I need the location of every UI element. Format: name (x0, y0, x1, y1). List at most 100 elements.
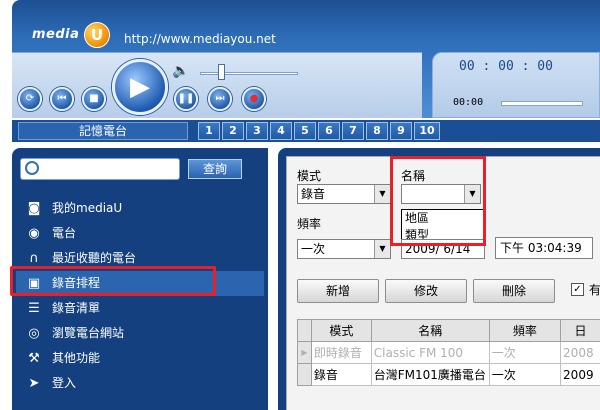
row-header-corner (297, 319, 312, 342)
chevron-down-icon[interactable]: ▼ (464, 185, 480, 203)
globe-icon: ◎ (28, 326, 40, 341)
refresh-button[interactable]: ⟳ (18, 87, 42, 111)
time-display: 00 : 00 : 00 00:00 (432, 52, 600, 118)
previous-icon: ⏮ (57, 93, 67, 104)
date-picker[interactable]: 2009/ 6/14 (401, 239, 485, 259)
edit-button[interactable]: 修改 (385, 279, 467, 303)
sidebar-item-other-functions[interactable]: ⚒ 其他功能 (12, 346, 268, 371)
sidebar-item-my-mediau[interactable]: ◙ 我的mediaU (12, 196, 268, 221)
time-field[interactable]: 下午 03:04:39 (495, 237, 593, 259)
sidebar-item-browse-sites[interactable]: ◎ 瀏覽電台網站 (12, 321, 268, 346)
sidebar-item-label: 最近收聽的電台 (52, 251, 137, 265)
volume-slider-handle[interactable] (218, 64, 225, 80)
table-cell-date: 2009 (560, 363, 600, 386)
progress-bar[interactable] (501, 101, 583, 106)
time-field-value: 下午 03:04:39 (500, 241, 582, 255)
sidebar-menu: ◙ 我的mediaU ◉ 電台 ∩ 最近收聽的電台 ▣ 錄音排程 ☰ 錄音清單 … (12, 196, 268, 396)
tape-icon: ▣ (27, 276, 41, 291)
memory-station-label[interactable]: 記憶電台 (18, 122, 188, 140)
preset-button-10[interactable]: 10 (414, 122, 440, 140)
mode-label: 模式 (297, 169, 322, 183)
row-selector-icon: ▶ (297, 341, 312, 364)
delete-button[interactable]: 刪除 (473, 279, 555, 303)
preset-button-9[interactable]: 9 (390, 122, 412, 140)
preset-button-4[interactable]: 4 (270, 122, 292, 140)
sidebar-item-login[interactable]: ➤ 登入 (12, 371, 268, 396)
table-cell-mode: 錄音 (310, 363, 372, 386)
play-icon: ▶ (130, 72, 150, 102)
table-cell-date: 2008 (560, 341, 600, 364)
sidebar-item-recent[interactable]: ∩ 最近收聽的電台 (12, 246, 268, 271)
list-icon: ☰ (28, 301, 40, 316)
chevron-down-icon[interactable]: ▼ (374, 240, 390, 258)
name-select[interactable]: ▼ (401, 184, 481, 204)
frequency-label: 頻率 (297, 217, 322, 231)
preset-button-6[interactable]: 6 (318, 122, 340, 140)
sidebar-item-label: 錄音清單 (52, 301, 101, 315)
volume-slider[interactable] (200, 72, 298, 75)
record-icon: ● (249, 93, 259, 104)
chevron-down-icon[interactable]: ▼ (374, 185, 390, 203)
site-url[interactable]: http://www.mediayou.net (124, 32, 276, 46)
logo-ball: U (84, 22, 110, 48)
sidebar-item-record-list[interactable]: ☰ 錄音清單 (12, 296, 268, 321)
next-icon: ⏭ (215, 93, 225, 104)
logo-text: media (32, 27, 80, 42)
add-button[interactable]: 新增 (297, 279, 379, 303)
stop-icon: ■ (89, 93, 99, 104)
table-header-row: 模式 名稱 頻率 日 (297, 319, 600, 342)
elapsed-time: 00 : 00 : 00 (459, 59, 553, 74)
table-cell-name: 台灣FM101廣播電台 (370, 363, 490, 386)
table-cell-frequency: 一次 (488, 341, 562, 364)
schedule-panel: 模式 錄音 ▼ 名稱 ▼ 地區 類型 頻率 一次 ▼ 2009/ 6/14 下午… (278, 148, 600, 410)
name-option-region[interactable]: 地區 (402, 210, 484, 227)
preset-buttons: 1 2 3 4 5 6 7 8 9 10 (198, 122, 440, 140)
speaker-icon: 🔈 (172, 63, 190, 79)
search-button[interactable]: 查詢 (188, 159, 242, 179)
sidebar-item-label: 其他功能 (52, 351, 101, 365)
sidebar: 查詢 ◙ 我的mediaU ◉ 電台 ∩ 最近收聽的電台 ▣ 錄音排程 ☰ 錄音… (12, 148, 268, 410)
preset-button-3[interactable]: 3 (246, 122, 268, 140)
pause-icon: ❚❚ (177, 93, 195, 104)
table-row[interactable]: 錄音 台灣FM101廣播電台 一次 2009 (297, 363, 600, 386)
enabled-checkbox-label: 有 (589, 283, 600, 297)
sidebar-item-record-schedule[interactable]: ▣ 錄音排程 (16, 271, 264, 296)
stop-button[interactable]: ■ (82, 87, 106, 111)
column-header-mode[interactable]: 模式 (310, 319, 372, 342)
mode-select[interactable]: 錄音 ▼ (297, 184, 391, 204)
frequency-select-value: 一次 (301, 242, 326, 256)
preset-button-8[interactable]: 8 (366, 122, 388, 140)
position-time: 00:00 (453, 97, 484, 108)
app-header: media U http://www.mediayou.net ⟳ ⏮ ■ ▶ … (12, 0, 600, 118)
preset-button-2[interactable]: 2 (222, 122, 244, 140)
previous-button[interactable]: ⏮ (50, 87, 74, 111)
column-header-frequency[interactable]: 頻率 (488, 319, 562, 342)
enabled-checkbox[interactable]: ✓ (571, 283, 584, 296)
play-button[interactable]: ▶ (112, 59, 168, 115)
next-button[interactable]: ⏭ (208, 87, 232, 111)
search-input[interactable] (43, 161, 173, 177)
memory-station-bar: 記憶電台 1 2 3 4 5 6 7 8 9 10 (12, 120, 600, 142)
broadcast-icon: ◉ (28, 226, 40, 241)
tools-icon: ⚒ (28, 351, 40, 366)
frequency-select[interactable]: 一次 ▼ (297, 239, 391, 259)
pause-button[interactable]: ❚❚ (174, 87, 198, 111)
table-row[interactable]: ▶ 即時錄音 Classic FM 100 一次 2008 (297, 341, 600, 364)
column-header-date[interactable]: 日 (560, 319, 600, 342)
row-selector-icon (297, 363, 312, 386)
login-icon: ➤ (28, 376, 40, 391)
headset-icon: ∩ (29, 251, 39, 266)
preset-button-7[interactable]: 7 (342, 122, 364, 140)
name-label: 名稱 (401, 169, 426, 183)
sidebar-item-label: 登入 (52, 376, 77, 390)
record-button[interactable]: ● (242, 87, 266, 111)
mediau-logo: media U (32, 22, 112, 48)
table-cell-mode: 即時錄音 (310, 341, 372, 364)
headphone-icon: ◙ (27, 201, 41, 216)
sidebar-item-radio[interactable]: ◉ 電台 (12, 221, 268, 246)
mode-select-value: 錄音 (301, 187, 326, 201)
column-header-name[interactable]: 名稱 (370, 319, 490, 342)
preset-button-1[interactable]: 1 (198, 122, 220, 140)
schedule-form: 模式 錄音 ▼ 名稱 ▼ 地區 類型 頻率 一次 ▼ 2009/ 6/14 下午… (286, 156, 600, 410)
preset-button-5[interactable]: 5 (294, 122, 316, 140)
